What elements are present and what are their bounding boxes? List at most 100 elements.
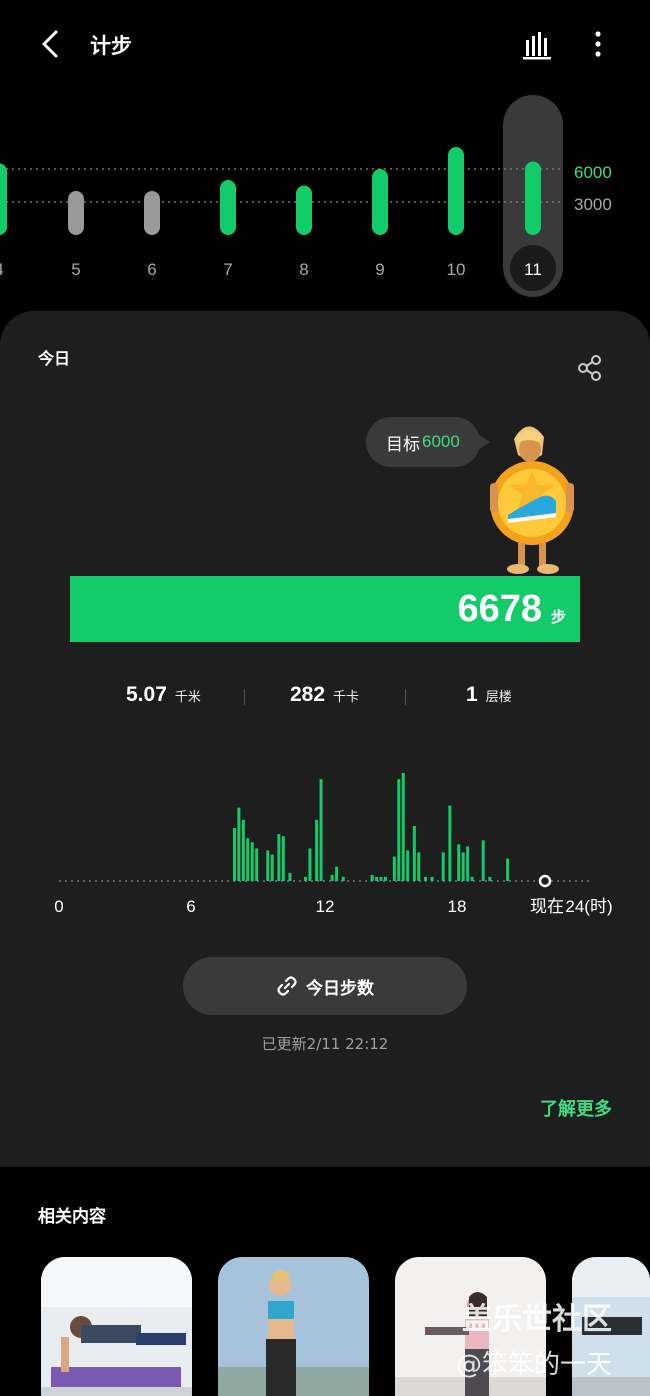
day-bar-9[interactable]: [372, 169, 388, 235]
divider: [405, 689, 406, 705]
hour-bar: [466, 846, 470, 881]
hour-tick-label: 12: [316, 897, 335, 916]
day-bar-8[interactable]: [296, 185, 312, 236]
last-updated-text: 已更新2/11 22:12: [261, 1035, 389, 1053]
hour-bar: [412, 825, 416, 881]
hour-bar: [270, 854, 274, 881]
hour-bar: [237, 807, 241, 881]
hour-bar: [379, 876, 383, 881]
hour-bar: [341, 876, 345, 881]
page-title: 计步: [90, 34, 132, 58]
hour-bar: [319, 779, 323, 881]
divider: [244, 689, 245, 705]
hour-bar: [423, 876, 427, 881]
related-thumbnail[interactable]: [218, 1257, 369, 1396]
mascot-illustration: [490, 426, 574, 574]
hour-bar: [277, 834, 281, 881]
goal-value: 6000: [422, 432, 460, 451]
hour-bar: [401, 773, 405, 881]
day-bar-10[interactable]: [448, 147, 464, 235]
distance-unit: 千米: [174, 690, 201, 705]
share-icon[interactable]: [576, 353, 604, 383]
app-header: 计步: [0, 0, 650, 90]
hour-bar: [335, 866, 339, 881]
related-thumbnail[interactable]: [41, 1257, 192, 1396]
now-marker: [538, 874, 552, 888]
day-bar-6[interactable]: [144, 191, 160, 235]
day-label[interactable]: 10: [447, 260, 466, 279]
today-card: 今日 目标 6000 6678 步 5.07 千米 282 千卡 1 层楼 0 …: [0, 311, 650, 1167]
floors-value: 1: [466, 683, 478, 706]
today-steps-button-label: 今日步数: [306, 978, 374, 999]
hour-bar: [488, 876, 492, 881]
hour-bar: [370, 874, 374, 881]
learn-more-link[interactable]: 了解更多: [540, 1095, 612, 1121]
more-options-icon[interactable]: [586, 26, 610, 62]
hour-tick-label: 24(时): [565, 897, 612, 916]
hour-bar: [246, 838, 250, 881]
hour-bar: [481, 840, 485, 881]
hour-bar: [417, 852, 421, 881]
calories-stat: 282 千卡: [290, 683, 359, 707]
steps-count: 6678: [457, 588, 542, 630]
hour-bar: [397, 779, 401, 881]
goal-bubble: 目标 6000: [366, 417, 490, 467]
hour-bar: [506, 858, 510, 881]
running-thumbnail-image: [218, 1257, 369, 1396]
day-label[interactable]: 7: [223, 260, 232, 279]
distance-value: 5.07: [126, 683, 167, 706]
hour-bar: [470, 876, 474, 881]
weekly-bars-svg: 4 5 6 7 8 9 10 11: [0, 95, 563, 297]
workout-thumbnail-image: [41, 1257, 192, 1396]
hour-bar: [250, 842, 254, 881]
day-label[interactable]: 4: [0, 260, 4, 279]
goal-line-label: 6000: [574, 163, 612, 182]
hour-bar: [375, 876, 379, 881]
day-label[interactable]: 5: [71, 260, 80, 279]
steps-unit: 步: [550, 608, 566, 626]
steps-progress-bar: 6678 步: [70, 576, 580, 642]
today-steps-button[interactable]: 今日步数: [183, 957, 467, 1015]
hour-tick-label: 现在: [530, 897, 564, 916]
weekly-steps-chart: 4 5 6 7 8 9 10 11 6000 3000: [0, 90, 650, 300]
distance-stat: 5.07 千米: [126, 683, 201, 707]
day-label[interactable]: 8: [299, 260, 308, 279]
calories-value: 282: [290, 683, 326, 706]
back-arrow-icon[interactable]: [34, 26, 66, 62]
day-label[interactable]: 11: [524, 260, 542, 279]
day-bar-4[interactable]: [0, 163, 7, 236]
link-icon: [277, 976, 297, 996]
hour-bar: [461, 852, 465, 881]
day-bar-7[interactable]: [220, 180, 236, 235]
hour-tick-label: 0: [54, 897, 63, 916]
hour-tick-label: 18: [448, 897, 467, 916]
hour-bar: [232, 828, 236, 881]
related-content-title: 相关内容: [38, 1207, 106, 1227]
half-goal-line-label: 3000: [574, 195, 612, 214]
hour-bar: [288, 872, 292, 881]
hour-bar: [330, 874, 334, 881]
hour-bar: [308, 848, 312, 881]
hour-bar: [448, 805, 452, 881]
today-label: 今日: [38, 349, 71, 368]
hour-bar: [406, 850, 410, 881]
stats-row: 5.07 千米 282 千卡 1 层楼: [0, 683, 650, 713]
floors-unit: 层楼: [485, 690, 512, 705]
hour-bar: [392, 856, 396, 881]
hour-bar: [266, 850, 270, 881]
hour-bar: [430, 876, 434, 881]
hour-bar: [304, 876, 308, 881]
day-label[interactable]: 6: [147, 260, 156, 279]
hourly-steps-chart: 0 6 12 18 现在 24(时): [54, 773, 613, 916]
bar-chart-icon[interactable]: [520, 26, 554, 62]
hour-bar: [255, 848, 259, 881]
hour-bar: [441, 852, 445, 881]
watermark-logo: 盖乐世社区: [462, 1302, 612, 1337]
day-bar-5[interactable]: [68, 191, 84, 235]
hour-bar: [383, 876, 387, 881]
day-bar-11[interactable]: [525, 161, 541, 235]
watermark-author: @笨笨的一天: [456, 1350, 613, 1380]
hour-bar: [241, 819, 245, 881]
day-label[interactable]: 9: [375, 260, 384, 279]
hour-bar: [281, 836, 285, 881]
